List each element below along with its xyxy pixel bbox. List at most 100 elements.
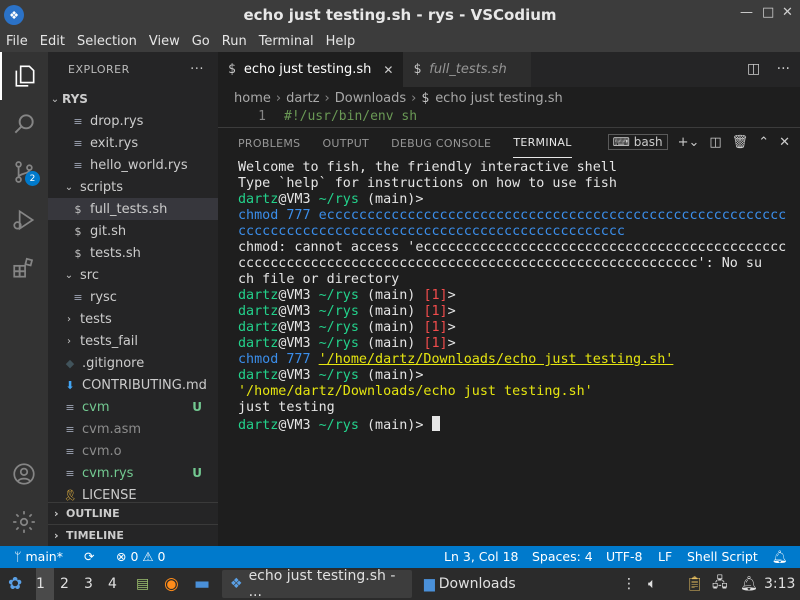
tree-item[interactable]: ≡ exit.rys [48,132,218,154]
workspace-4[interactable]: 4 [108,568,126,600]
tree-item-label: drop.rys [90,113,144,129]
settings-gear-icon[interactable] [0,498,48,546]
tree-item[interactable]: $ full_tests.sh [48,198,218,220]
menu-file[interactable]: File [6,34,28,49]
network-icon[interactable]: 🖧︎ [712,568,728,600]
breadcrumb-home[interactable]: home [234,91,271,106]
menu-view[interactable]: View [149,34,180,49]
tree-item[interactable]: ≡ rysc [48,286,218,308]
more-actions-icon[interactable]: ··· [777,61,790,77]
workspace-1[interactable]: 1 [36,568,54,600]
chevron-right-icon: › [275,90,282,106]
account-icon[interactable] [0,450,48,498]
breadcrumb-downloads[interactable]: Downloads [335,91,406,106]
tab-debug-console[interactable]: DEBUG CONSOLE [391,128,491,158]
workspace-root[interactable]: ⌄ RYS [48,88,218,110]
outline-section[interactable]: › OUTLINE [48,502,218,524]
terminal-cursor[interactable] [431,416,440,431]
firefox-icon[interactable]: ◉ [164,568,179,600]
menu-go[interactable]: Go [192,34,210,49]
task-vscodium[interactable]: ❖ echo just testing.sh - ... [222,568,412,600]
terminal-shell-selector[interactable]: ⌨ bash [607,134,668,150]
tree-item[interactable]: ≡ hello_world.rys [48,154,218,176]
terminal-output[interactable]: Welcome to fish, the friendly interactiv… [238,160,786,433]
tree-item[interactable]: ≡ cvm.asm [48,418,218,440]
tab-terminal[interactable]: TERMINAL [513,128,572,158]
file-manager-icon[interactable]: ▤ [136,568,149,600]
tree-item[interactable]: ≡ cvm U [48,396,218,418]
tab-full-tests[interactable]: $ full_tests.sh [403,52,532,87]
explorer-icon[interactable] [0,52,48,100]
tree-item[interactable]: › tests [48,308,218,330]
window-icon[interactable]: ▬ [194,568,210,600]
problems-status[interactable]: ⊗ 0 ⚠ 0 [116,549,166,564]
code-line-1[interactable]: 1 #!/usr/bin/env sh [218,109,800,127]
eol-status[interactable]: LF [658,549,672,564]
tree-item[interactable]: ⌄ scripts [48,176,218,198]
encoding-status[interactable]: UTF-8 [606,549,642,564]
notifications-bell-icon[interactable]: 🔔︎ [772,549,788,565]
close-panel-icon[interactable]: ✕ [779,135,790,150]
prompt-host: @VM3 [278,336,311,351]
more-actions-icon[interactable]: ··· [190,62,204,77]
prompt-cwd: ~/rys [318,320,359,335]
file-icon: ≡ [65,422,75,436]
tree-item[interactable]: ◆ .gitignore [48,352,218,374]
timeline-section[interactable]: › TIMELINE [48,524,218,546]
sync-icon[interactable]: ⟳ [84,549,94,564]
menu-edit[interactable]: Edit [40,34,65,49]
tree-item[interactable]: ≡ cvm.o [48,440,218,462]
menu-selection[interactable]: Selection [77,34,137,49]
trash-icon[interactable]: 🗑 [732,135,749,150]
tree-item[interactable]: ⬇ CONTRIBUTING.md [48,374,218,396]
clipboard-icon[interactable]: 📋︎ [686,568,704,600]
breadcrumb-file[interactable]: echo just testing.sh [435,91,563,106]
split-editor-icon[interactable]: ◫ [747,61,760,77]
search-icon[interactable] [0,100,48,148]
tab-output[interactable]: OUTPUT [322,128,369,158]
menu-help[interactable]: Help [326,34,356,49]
workspace-2[interactable]: 2 [60,568,78,600]
volume-icon[interactable]: 🔈︎ [648,568,656,600]
extensions-icon[interactable] [0,244,48,292]
tree-item[interactable]: ≡ drop.rys [48,110,218,132]
minimize-button[interactable]: — [740,5,753,20]
tree-item[interactable]: $ git.sh [48,220,218,242]
menu-terminal[interactable]: Terminal [259,34,314,49]
start-menu-icon[interactable]: ✿ [8,568,22,600]
new-terminal-icon[interactable]: +⌄ [678,135,700,150]
tree-item[interactable]: ≡ cvm.rys U [48,462,218,484]
source-control-icon[interactable]: 2 [0,148,48,196]
cursor-position[interactable]: Ln 3, Col 18 [444,549,519,564]
prompt-cwd: ~/rys [318,368,359,383]
menu-run[interactable]: Run [222,34,247,49]
tray-dots-icon[interactable]: ⋮ [622,568,636,600]
maximize-button[interactable]: □ [762,5,774,20]
run-debug-icon[interactable] [0,196,48,244]
tree-item[interactable]: $ tests.sh [48,242,218,264]
shell-name: bash [633,135,663,149]
markdown-icon: ⬇ [65,378,75,392]
indentation-status[interactable]: Spaces: 4 [532,549,593,564]
line-number: 1 [258,109,266,124]
workspace-3[interactable]: 3 [84,568,102,600]
command-arg: 777 [286,208,311,223]
language-mode[interactable]: Shell Script [687,549,758,564]
error-text: chmod: cannot access 'eccccccccccccccccc… [238,240,787,255]
split-terminal-icon[interactable]: ◫ [709,135,721,150]
breadcrumb-dartz[interactable]: dartz [286,91,319,106]
tab-echo-just-testing[interactable]: $ echo just testing.sh ✕ [218,52,404,87]
editor-tabs: $ echo just testing.sh ✕ $ full_tests.sh [218,52,800,87]
tree-item[interactable]: › tests_fail [48,330,218,352]
clock: 3:13 [764,576,796,592]
tree-item[interactable]: ⌄ src [48,264,218,286]
close-window-button[interactable]: ✕ [782,5,793,20]
chevron-up-icon[interactable]: ⌃ [758,135,769,150]
git-branch-status[interactable]: ᛘ main* [14,549,63,564]
close-tab-icon[interactable]: ✕ [383,63,393,77]
task-downloads[interactable]: ▆ Downloads [424,568,516,600]
tab-problems[interactable]: PROBLEMS [238,128,300,158]
notification-icon[interactable]: 🔔︎ [740,568,758,600]
prompt-user: dartz [238,320,279,335]
command-arg: cccccccccccccccccccccccccccccccccccccccc… [238,224,625,239]
